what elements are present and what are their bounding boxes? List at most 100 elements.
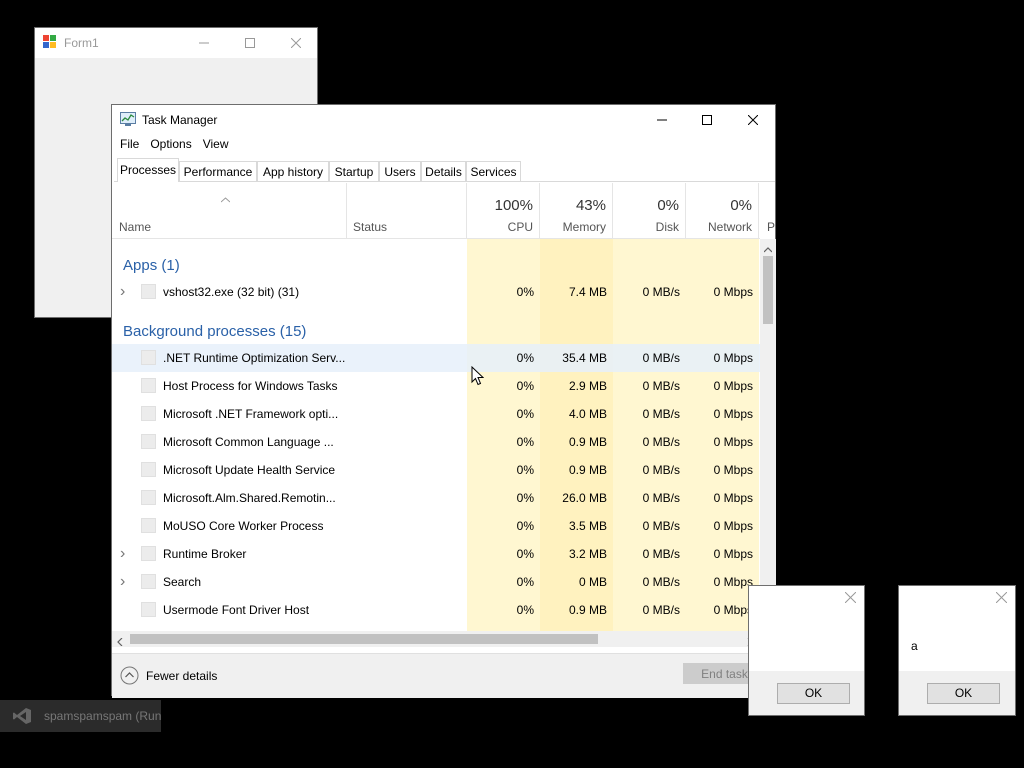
process-disk: 0 MB/s (642, 603, 680, 617)
process-name: .NET Runtime Optimization Serv... (163, 351, 346, 365)
task-manager-title: Task Manager (142, 113, 218, 127)
process-name: vshost32.exe (32 bit) (31) (163, 285, 300, 299)
tab-details[interactable]: Details (421, 161, 466, 181)
process-row[interactable]: Microsoft .NET Framework opti... 0% 4.0 MB… (112, 400, 760, 428)
process-disk: 0 MB/s (642, 351, 680, 365)
process-row[interactable]: Microsoft.Alm.Shared.Remotin... 0% 26.0 MB… (112, 484, 760, 512)
process-icon (141, 406, 156, 421)
task-manager-window[interactable]: Task Manager File Options View Processes… (111, 104, 776, 698)
process-disk: 0 MB/s (642, 547, 680, 561)
col-label-disk: Disk (655, 220, 679, 234)
process-memory: 0 MB (578, 575, 607, 589)
form1-titlebar[interactable]: Form1 (35, 28, 317, 58)
process-name: Microsoft Update Health Service (163, 463, 336, 477)
process-network: 0 Mbps (713, 407, 753, 421)
col-header-memory[interactable]: 43% Memory (540, 183, 613, 238)
task-manager-titlebar[interactable]: Task Manager (112, 105, 775, 135)
process-row[interactable]: › vshost32.exe (32 bit) (31) 0% 7.4 MB 0 MB/… (112, 278, 760, 306)
horizontal-scroll-thumb[interactable] (130, 634, 598, 644)
chevron-up-circle-icon (120, 666, 139, 688)
tm-maximize-button[interactable] (684, 105, 730, 135)
process-network: 0 Mbps (713, 463, 753, 477)
col-header-network[interactable]: 0% Network (686, 183, 759, 238)
process-disk: 0 MB/s (642, 519, 680, 533)
process-disk: 0 MB/s (642, 407, 680, 421)
process-icon (141, 574, 156, 589)
process-cpu: 0% (516, 519, 534, 533)
process-icon (141, 378, 156, 393)
tab-services[interactable]: Services (466, 161, 521, 181)
menu-view[interactable]: View (199, 135, 233, 155)
vertical-scrollbar[interactable] (760, 239, 776, 631)
group-apps[interactable]: Apps (1) (112, 248, 760, 276)
tm-close-button[interactable] (730, 105, 776, 135)
process-cpu: 0% (516, 463, 534, 477)
process-disk: 0 MB/s (642, 285, 680, 299)
msgbox2-message: a (911, 639, 918, 653)
process-memory: 3.5 MB (568, 519, 607, 533)
col-label-memory: Memory (562, 220, 606, 234)
expand-chevron-icon[interactable]: › (120, 278, 125, 306)
process-network: 0 Mbps (713, 379, 753, 393)
form1-close-button[interactable] (273, 28, 319, 58)
col-header-power[interactable]: P (759, 183, 775, 238)
msgbox1-footer: OK (749, 671, 864, 715)
tab-performance[interactable]: Performance (179, 161, 257, 181)
expand-chevron-icon[interactable]: › (120, 568, 125, 596)
process-memory: 3.2 MB (568, 547, 607, 561)
process-network: 0 Mbps (713, 435, 753, 449)
horizontal-scrollbar[interactable] (112, 631, 760, 647)
col-header-name[interactable]: Name (112, 183, 347, 238)
process-row[interactable]: MoUSO Core Worker Process 0% 3.5 MB 0 MB/s 0… (112, 512, 760, 540)
tm-minimize-button[interactable] (639, 105, 685, 135)
process-network: 0 Mbps (713, 285, 753, 299)
expand-chevron-icon[interactable]: › (120, 540, 125, 568)
process-cpu: 0% (516, 603, 534, 617)
process-row[interactable]: Host Process for Windows Tasks 0% 2.9 MB 0 … (112, 372, 760, 400)
process-row[interactable]: › Runtime Broker 0% 3.2 MB 0 MB/s 0 Mbps (112, 540, 760, 568)
maximize-icon (245, 38, 255, 48)
process-name: Microsoft Common Language ... (163, 435, 334, 449)
group-background-processes[interactable]: Background processes (15) (112, 314, 760, 342)
process-row[interactable]: Microsoft Update Health Service 0% 0.9 MB 0… (112, 456, 760, 484)
process-disk: 0 MB/s (642, 491, 680, 505)
visual-studio-icon (12, 707, 32, 728)
sort-up-icon (220, 192, 231, 206)
message-box-2[interactable]: a OK (898, 585, 1016, 716)
col-header-disk[interactable]: 0% Disk (613, 183, 686, 238)
visual-studio-taskbar-thumbnail[interactable]: spamspamspam (Run (0, 700, 161, 732)
form1-minimize-button[interactable] (181, 28, 227, 58)
menu-options[interactable]: Options (146, 135, 195, 155)
scroll-up-arrow[interactable] (763, 242, 773, 256)
process-icon (141, 434, 156, 449)
process-row[interactable]: Microsoft Common Language ... 0% 0.9 MB 0 M… (112, 428, 760, 456)
form1-maximize-button[interactable] (227, 28, 273, 58)
col-header-status[interactable]: Status (347, 183, 467, 238)
menu-file[interactable]: File (116, 135, 143, 155)
message-box-1[interactable]: OK (748, 585, 865, 716)
process-memory: 0.9 MB (568, 603, 607, 617)
tab-startup[interactable]: Startup (329, 161, 379, 181)
close-icon (291, 38, 301, 48)
msgbox1-ok-button[interactable]: OK (777, 683, 850, 704)
tab-app-history[interactable]: App history (257, 161, 329, 181)
scroll-left-arrow[interactable] (117, 635, 123, 649)
process-icon (141, 350, 156, 365)
process-disk: 0 MB/s (642, 435, 680, 449)
msgbox2-ok-button[interactable]: OK (927, 683, 1000, 704)
process-cpu: 0% (516, 575, 534, 589)
msgbox1-close-icon[interactable] (844, 591, 857, 606)
process-cpu: 0% (516, 547, 534, 561)
col-label-name: Name (119, 220, 152, 234)
tab-processes[interactable]: Processes (117, 158, 179, 182)
col-header-cpu[interactable]: 100% CPU (467, 183, 540, 238)
process-row[interactable]: › Search 0% 0 MB 0 MB/s 0 Mbps (112, 568, 760, 596)
taskbar-thumbnail-label: spamspamspam (Run (44, 709, 162, 723)
process-disk: 0 MB/s (642, 575, 680, 589)
msgbox2-close-icon[interactable] (995, 591, 1008, 606)
process-memory: 0.9 MB (568, 463, 607, 477)
vertical-scroll-thumb[interactable] (763, 256, 773, 324)
process-row[interactable]: Usermode Font Driver Host 0% 0.9 MB 0 MB/s 0… (112, 596, 760, 624)
process-row[interactable]: .NET Runtime Optimization Serv... 0% 35.4 … (112, 344, 760, 372)
tab-users[interactable]: Users (379, 161, 421, 181)
